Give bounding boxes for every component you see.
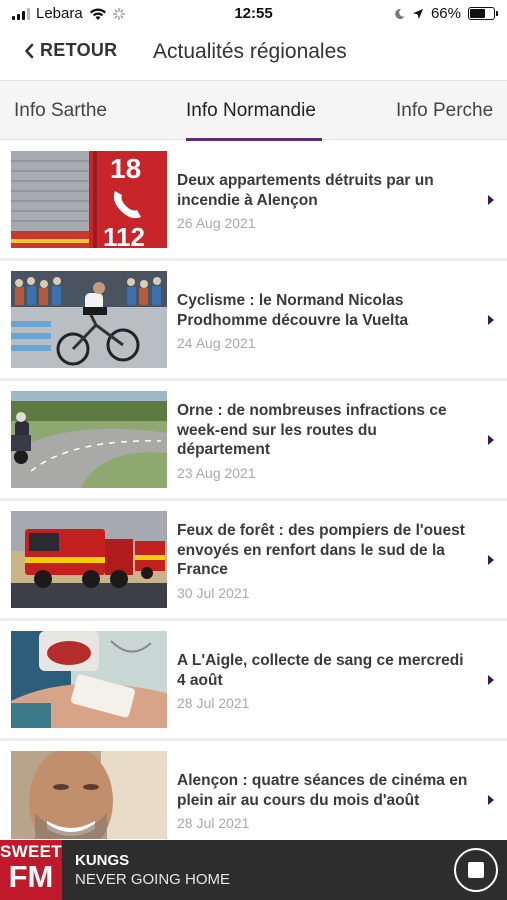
now-playing-track: NEVER GOING HOME bbox=[75, 871, 231, 888]
news-title: Feux de forêt : des pompiers de l'ouest … bbox=[177, 522, 465, 578]
news-title: Orne : de nombreuses infractions ce week… bbox=[177, 402, 447, 458]
sweet-fm-logo: SWEET FM bbox=[0, 840, 62, 900]
news-title: Cyclisme : le Normand Nicolas Prodhomme … bbox=[177, 292, 409, 329]
svg-text:112: 112 bbox=[103, 222, 145, 248]
now-playing-artist: KUNGS bbox=[75, 852, 130, 869]
stop-icon bbox=[468, 862, 484, 878]
back-button[interactable]: RETOUR bbox=[24, 40, 117, 61]
chevron-right-icon bbox=[488, 195, 494, 205]
chevron-right-icon bbox=[488, 675, 494, 685]
news-title: Deux appartements détruits par un incend… bbox=[177, 172, 434, 209]
news-text: Orne : de nombreuses infractions ce week… bbox=[177, 401, 469, 481]
logo-top: SWEET bbox=[0, 842, 62, 861]
news-text: A L'Aigle, collecte de sang ce mercredi … bbox=[177, 651, 469, 711]
news-title: Alençon : quatre séances de cinéma en pl… bbox=[177, 772, 468, 809]
news-date: 24 Aug 2021 bbox=[177, 335, 256, 351]
tab-bar: Info Sarthe Info Normandie Info Perche bbox=[0, 80, 507, 141]
news-text: Feux de forêt : des pompiers de l'ouest … bbox=[177, 521, 469, 601]
news-thumbnail bbox=[11, 631, 167, 728]
news-date: 28 Jul 2021 bbox=[177, 815, 250, 831]
news-thumbnail bbox=[11, 391, 167, 488]
news-thumbnail bbox=[11, 511, 167, 608]
tab-info-perche[interactable]: Info Perche bbox=[396, 100, 493, 122]
battery-percent: 66% bbox=[430, 5, 461, 22]
status-right: 66% bbox=[394, 5, 498, 22]
chevron-right-icon bbox=[488, 555, 494, 565]
chevron-right-icon bbox=[488, 435, 494, 445]
news-item[interactable]: Alençon : quatre séances de cinéma en pl… bbox=[0, 741, 507, 839]
news-date: 30 Jul 2021 bbox=[177, 584, 250, 601]
player-bar: SWEET FM KUNGS NEVER GOING HOME bbox=[0, 840, 507, 900]
svg-text:18: 18 bbox=[110, 153, 141, 184]
news-text: Alençon : quatre séances de cinéma en pl… bbox=[177, 771, 469, 831]
battery-icon bbox=[468, 7, 498, 20]
news-item[interactable]: Feux de forêt : des pompiers de l'ouest … bbox=[0, 501, 507, 618]
news-thumbnail: 18 112 bbox=[11, 151, 167, 248]
status-bar: Lebara 12:55 66% bbox=[0, 0, 507, 28]
stop-button[interactable] bbox=[454, 848, 498, 892]
news-date: 28 Jul 2021 bbox=[177, 695, 250, 711]
news-item[interactable]: Cyclisme : le Normand Nicolas Prodhomme … bbox=[0, 261, 507, 378]
news-item[interactable]: 18 112 Deux appartements détruits par un… bbox=[0, 141, 507, 258]
news-date: 23 Aug 2021 bbox=[177, 464, 256, 481]
chevron-right-icon bbox=[488, 315, 494, 325]
do-not-disturb-moon-icon bbox=[395, 8, 405, 19]
chevron-right-icon bbox=[488, 795, 494, 805]
news-title: A L'Aigle, collecte de sang ce mercredi … bbox=[177, 652, 464, 689]
location-arrow-icon bbox=[412, 8, 423, 19]
chevron-left-icon bbox=[25, 43, 34, 58]
news-text: Cyclisme : le Normand Nicolas Prodhomme … bbox=[177, 291, 469, 351]
news-text: Deux appartements détruits par un incend… bbox=[177, 171, 469, 231]
back-label: RETOUR bbox=[40, 40, 118, 60]
news-thumbnail bbox=[11, 271, 167, 368]
tab-info-sarthe[interactable]: Info Sarthe bbox=[14, 100, 107, 122]
nav-bar: RETOUR Actualités régionales bbox=[0, 28, 507, 78]
news-list[interactable]: 18 112 Deux appartements détruits par un… bbox=[0, 141, 507, 839]
news-item[interactable]: Orne : de nombreuses infractions ce week… bbox=[0, 381, 507, 498]
logo-bottom: FM bbox=[8, 859, 54, 894]
news-item[interactable]: A L'Aigle, collecte de sang ce mercredi … bbox=[0, 621, 507, 738]
tab-info-normandie[interactable]: Info Normandie bbox=[186, 100, 316, 122]
news-date: 26 Aug 2021 bbox=[177, 215, 256, 231]
news-thumbnail bbox=[11, 751, 167, 839]
page-title: Actualités régionales bbox=[153, 40, 347, 63]
